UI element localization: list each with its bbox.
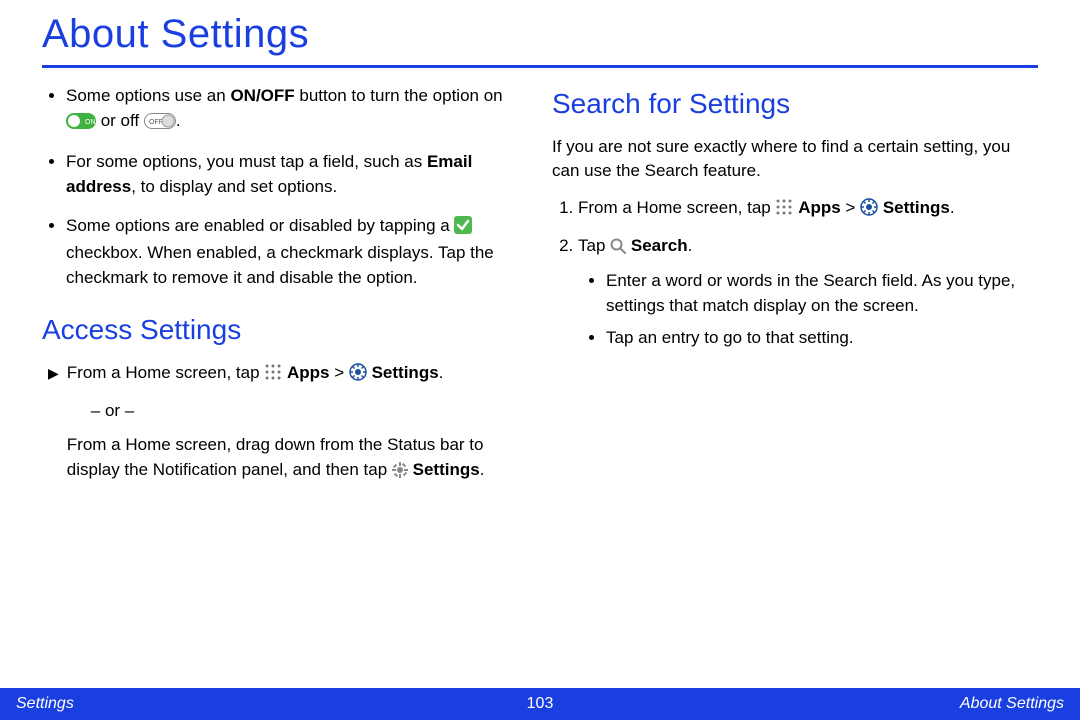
page-title: About Settings: [42, 12, 1038, 57]
bold-apps: Apps: [798, 198, 841, 217]
svg-text:OFF: OFF: [149, 119, 163, 126]
toggle-on-icon: ON: [66, 112, 96, 137]
search-icon: [610, 237, 626, 262]
page-footer: Settings 103 About Settings: [0, 688, 1080, 720]
text: .: [439, 363, 444, 382]
bold-settings-2: Settings: [413, 460, 480, 479]
text: .: [688, 236, 693, 255]
left-column: Some options use an ON/OFF button to tur…: [42, 84, 528, 496]
right-column: Search for Settings If you are not sure …: [552, 84, 1038, 496]
text: Some options are enabled or disabled by …: [66, 216, 454, 235]
text: .: [950, 198, 955, 217]
arrow-step: ▶ From a Home screen, tap Apps > Setting…: [42, 361, 528, 486]
bullet-onoff: Some options use an ON/OFF button to tur…: [66, 84, 528, 136]
search-settings-heading: Search for Settings: [552, 84, 1038, 125]
text: Some options use an: [66, 86, 230, 105]
apps-grid-icon: [775, 198, 793, 224]
footer-right: About Settings: [960, 695, 1064, 713]
bold-settings: Settings: [372, 363, 439, 382]
footer-left: Settings: [16, 695, 74, 713]
text: Tap: [578, 236, 610, 255]
bullet-checkbox: Some options are enabled or disabled by …: [66, 214, 528, 291]
arrow-marker-icon: ▶: [48, 361, 59, 486]
access-settings-heading: Access Settings: [42, 310, 528, 351]
text: >: [329, 363, 348, 382]
gear-icon: [392, 461, 408, 486]
step-2: Tap Search. Enter a word or words in the…: [578, 234, 1038, 352]
checkbox-icon: [454, 216, 472, 242]
sub-bullet-2: Tap an entry to go to that setting.: [606, 326, 1038, 351]
or-text: – or –: [91, 399, 528, 424]
toggle-off-icon: OFF: [144, 112, 176, 137]
text: >: [841, 198, 860, 217]
settings-gear-icon: [349, 363, 367, 389]
footer-page-number: 103: [527, 695, 554, 713]
text: For some options, you must tap a field, …: [66, 152, 427, 171]
drag-down-paragraph: From a Home screen, drag down from the S…: [67, 433, 528, 485]
bold-onoff: ON/OFF: [230, 86, 294, 105]
text: .: [176, 111, 181, 130]
search-intro: If you are not sure exactly where to fin…: [552, 135, 1038, 184]
title-rule: [42, 65, 1038, 68]
text: , to display and set options.: [131, 177, 337, 196]
text: From a Home screen, tap: [578, 198, 775, 217]
sub-bullet-1: Enter a word or words in the Search fiel…: [606, 269, 1038, 318]
step-1: From a Home screen, tap Apps > Settings.: [578, 196, 1038, 224]
text: From a Home screen, tap: [67, 363, 264, 382]
settings-gear-icon: [860, 198, 878, 224]
text: .: [480, 460, 485, 479]
bullet-email: For some options, you must tap a field, …: [66, 150, 528, 199]
text: or off: [96, 111, 144, 130]
svg-text:ON: ON: [85, 119, 96, 126]
bold-apps: Apps: [287, 363, 330, 382]
text: button to turn the option on: [295, 86, 503, 105]
apps-grid-icon: [264, 363, 282, 389]
text: checkbox. When enabled, a checkmark disp…: [66, 243, 494, 287]
bold-settings: Settings: [883, 198, 950, 217]
bold-search: Search: [631, 236, 688, 255]
